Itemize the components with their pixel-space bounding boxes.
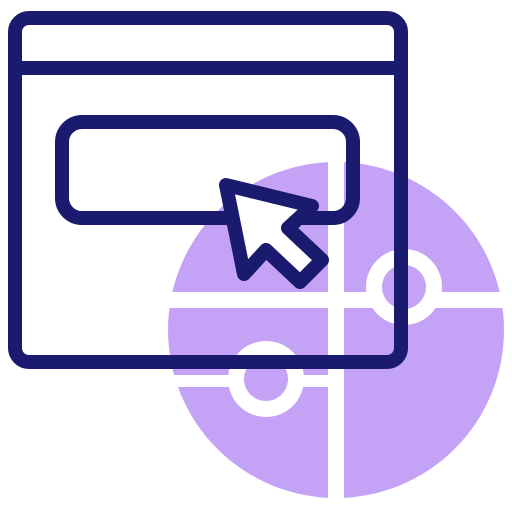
puzzle-gap-vertical — [328, 150, 344, 510]
puzzle-gap-horizontal — [160, 292, 510, 308]
browser-click-puzzle-icon — [8, 11, 510, 510]
puzzle-circle-icon — [160, 150, 510, 510]
